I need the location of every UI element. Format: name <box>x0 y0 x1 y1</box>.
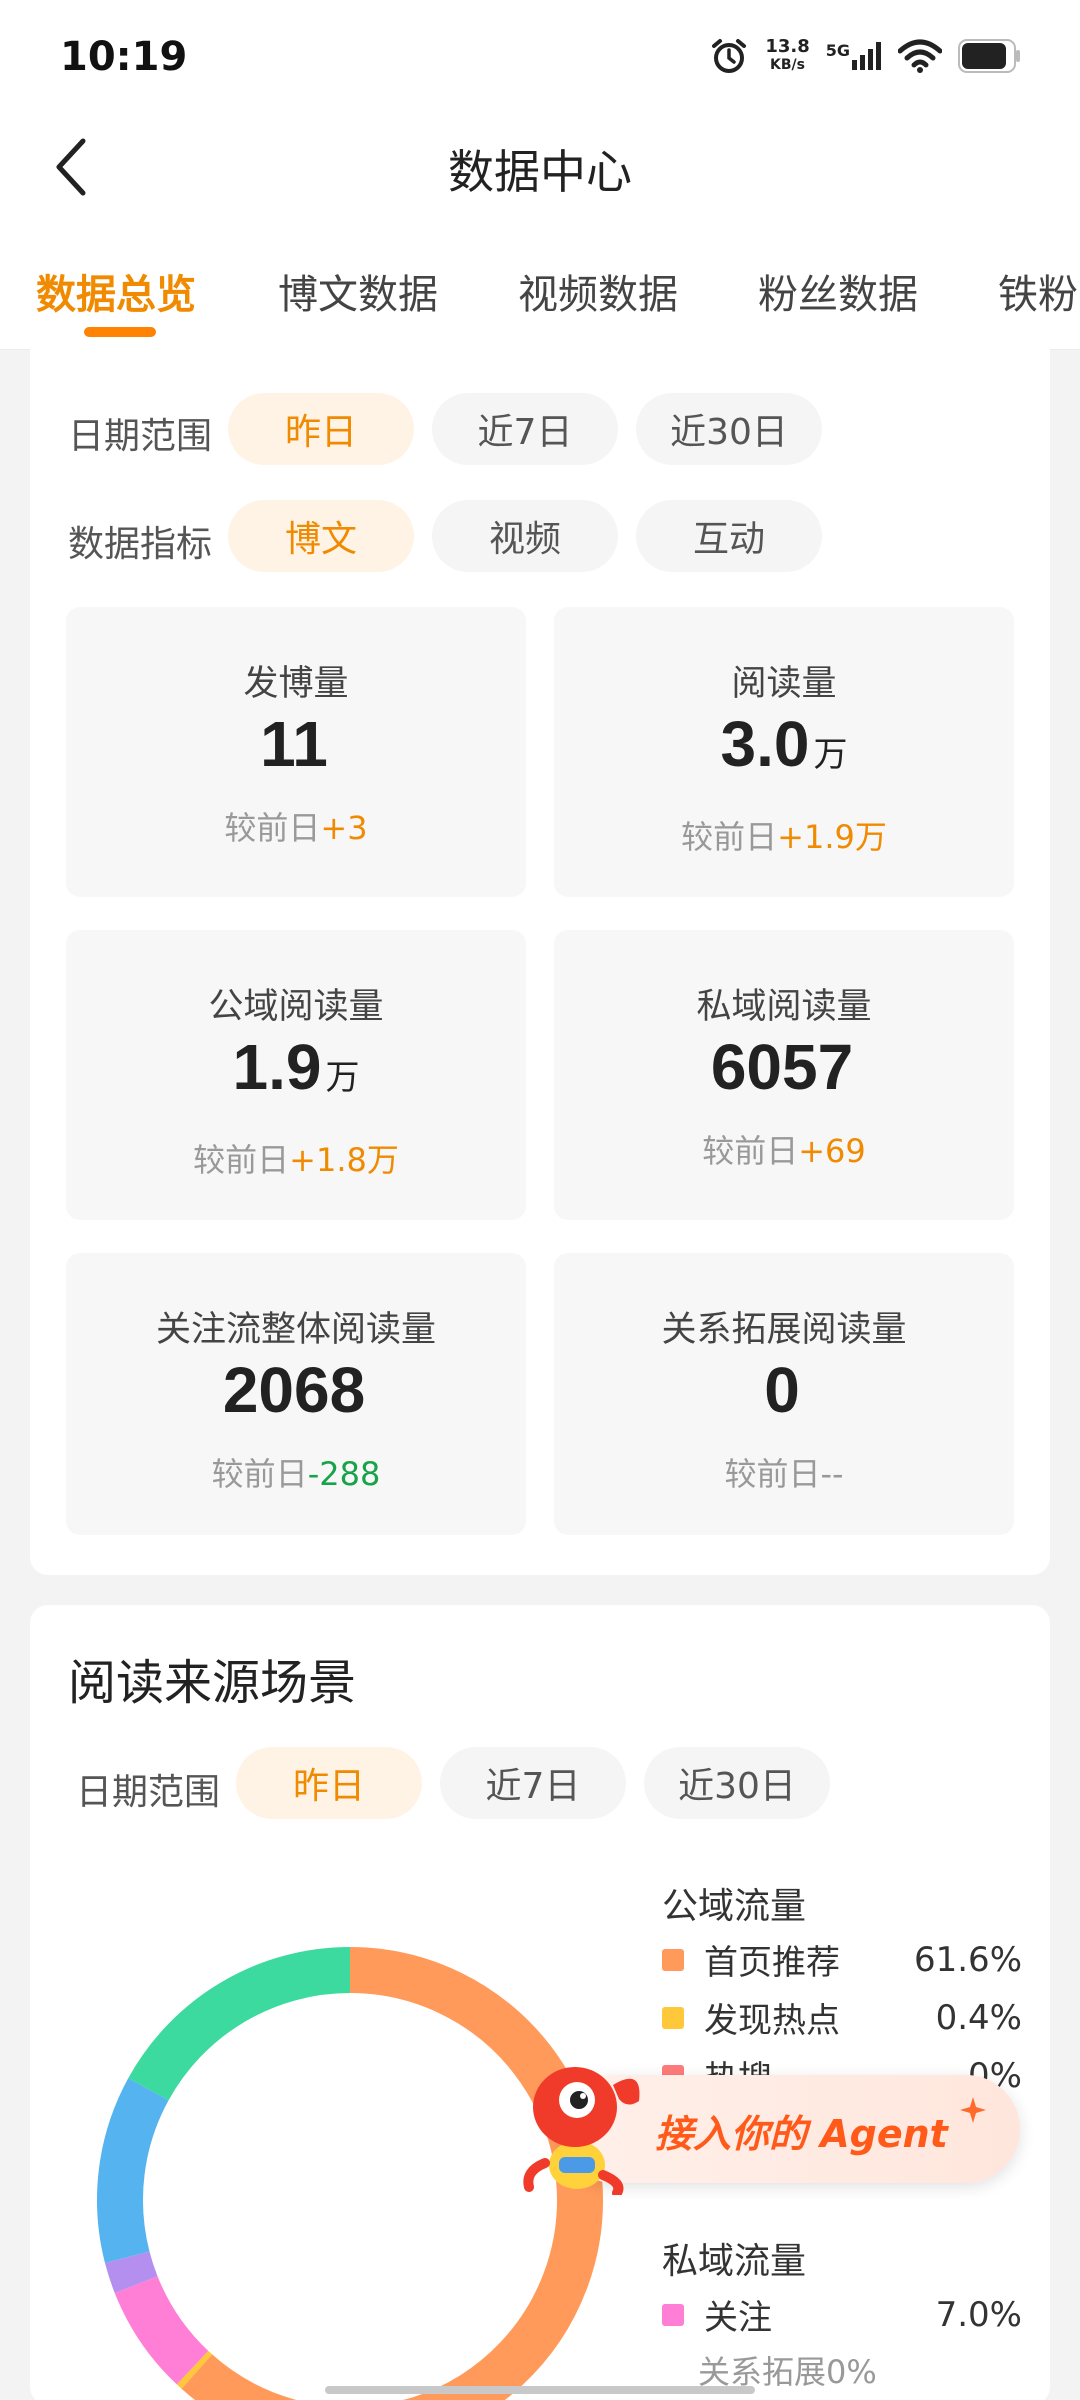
sparkle-icon <box>960 2097 986 2123</box>
private-traffic-heading: 私域流量 <box>662 2241 807 2282</box>
tab-post-data[interactable]: 博文数据 <box>278 262 438 320</box>
metric-value: 2068 <box>222 1354 366 1426</box>
legend-item-follow: 关注 7.0% <box>662 2290 1022 2339</box>
public-traffic-heading: 公域流量 <box>662 1886 807 1927</box>
metric-label: 发博量 <box>243 664 349 704</box>
date-range-label: 日期范围 <box>68 416 213 457</box>
metric-compare: 较前日+69 <box>702 1132 866 1170</box>
signal-bars-icon <box>852 42 881 70</box>
tab-video-data[interactable]: 视频数据 <box>518 262 678 320</box>
donut-slice-1 <box>176 2350 213 2389</box>
status-icons: 13.8 KB/s 5G <box>709 36 1022 76</box>
metric-value: 0 <box>764 1354 800 1426</box>
status-time: 10:19 <box>60 34 188 80</box>
metric-card-private-reads[interactable]: 私域阅读量 6057 较前日+69 <box>554 930 1014 1220</box>
metric-card-relation-reads[interactable]: 关系拓展阅读量 0 较前日-- <box>554 1253 1014 1535</box>
network-speed: 13.8 KB/s <box>765 36 810 74</box>
metric-option-video[interactable]: 视频 <box>432 500 618 572</box>
overview-card: 日期范围 昨日 近7日 近30日 数据指标 博文 视频 互动 发博量 11 较前… <box>30 345 1050 1575</box>
metric-label: 公域阅读量 <box>208 987 384 1027</box>
metric-value: 3.0 万 <box>720 708 848 780</box>
section-title: 阅读来源场景 <box>68 1655 357 1711</box>
metric-type-label: 数据指标 <box>68 524 213 565</box>
donut-slice-4 <box>104 2251 158 2294</box>
source-date-option-yesterday[interactable]: 昨日 <box>236 1747 422 1819</box>
date-option-yesterday[interactable]: 昨日 <box>228 393 414 465</box>
metric-card-reads[interactable]: 阅读量 3.0 万 较前日+1.9万 <box>554 607 1014 897</box>
donut-slice-3 <box>114 2275 209 2385</box>
alarm-icon <box>712 39 747 73</box>
donut-slice-6 <box>128 1947 351 2101</box>
metric-compare: 较前日+3 <box>224 809 368 847</box>
active-tab-indicator <box>84 327 156 337</box>
metric-option-post[interactable]: 博文 <box>228 500 414 572</box>
legend-swatch <box>662 1948 684 1971</box>
donut-slice-5 <box>97 2078 169 2263</box>
battery-icon <box>958 39 1020 73</box>
metric-option-interaction[interactable]: 互动 <box>636 500 822 572</box>
legend-swatch <box>662 2006 684 2029</box>
metric-value: 1.9 万 <box>232 1031 360 1103</box>
metric-label: 关系拓展阅读量 <box>661 1310 907 1350</box>
home-indicator[interactable] <box>325 2386 755 2394</box>
legend-item-home-recommend: 首页推荐 61.6% <box>662 1935 1022 1984</box>
wifi-icon <box>898 39 942 73</box>
metric-compare: 较前日+1.8万 <box>193 1141 399 1179</box>
source-date-option-7days[interactable]: 近7日 <box>440 1747 626 1819</box>
agent-promo-text: 接入你的 Agent <box>655 2112 948 2156</box>
metric-card-posts[interactable]: 发博量 11 较前日+3 <box>66 607 526 897</box>
metric-label: 私域阅读量 <box>696 987 872 1027</box>
status-bar: 10:19 13.8 KB/s 5G <box>0 0 1080 110</box>
read-source-card: 阅读来源场景 日期范围 昨日 近7日 近30日 公域流量 首页推荐 61.6% … <box>30 1605 1050 2400</box>
mascot-icon[interactable] <box>515 2045 655 2195</box>
metric-label: 阅读量 <box>731 664 837 704</box>
tab-iron-fans[interactable]: 铁粉 <box>998 262 1078 320</box>
metric-compare: 较前日+1.9万 <box>681 818 887 856</box>
legend-item-discover-hot: 发现热点 0.4% <box>662 1993 1022 2042</box>
nav-bar: 数据中心 <box>0 110 1080 220</box>
metric-card-public-reads[interactable]: 公域阅读量 1.9 万 较前日+1.8万 <box>66 930 526 1220</box>
tab-bar: 数据总览 博文数据 视频数据 粉丝数据 铁粉 <box>0 220 1080 350</box>
source-date-option-30days[interactable]: 近30日 <box>644 1747 830 1819</box>
tab-overview[interactable]: 数据总览 <box>36 262 196 320</box>
date-option-30days[interactable]: 近30日 <box>636 393 822 465</box>
metric-value: 11 <box>260 708 328 780</box>
tab-fans-data[interactable]: 粉丝数据 <box>758 262 918 320</box>
date-option-7days[interactable]: 近7日 <box>432 393 618 465</box>
source-date-range-label: 日期范围 <box>76 1772 221 1813</box>
metric-label: 关注流整体阅读量 <box>155 1310 436 1350</box>
signal-icon: 5G <box>826 41 882 70</box>
page-title: 数据中心 <box>448 145 632 199</box>
legend-swatch <box>662 2303 684 2326</box>
metric-compare: 较前日-- <box>724 1455 844 1493</box>
metric-compare: 较前日-288 <box>211 1455 381 1493</box>
metric-card-follow-feed-reads[interactable]: 关注流整体阅读量 2068 较前日-288 <box>66 1253 526 1535</box>
metric-value: 6057 <box>710 1031 854 1103</box>
